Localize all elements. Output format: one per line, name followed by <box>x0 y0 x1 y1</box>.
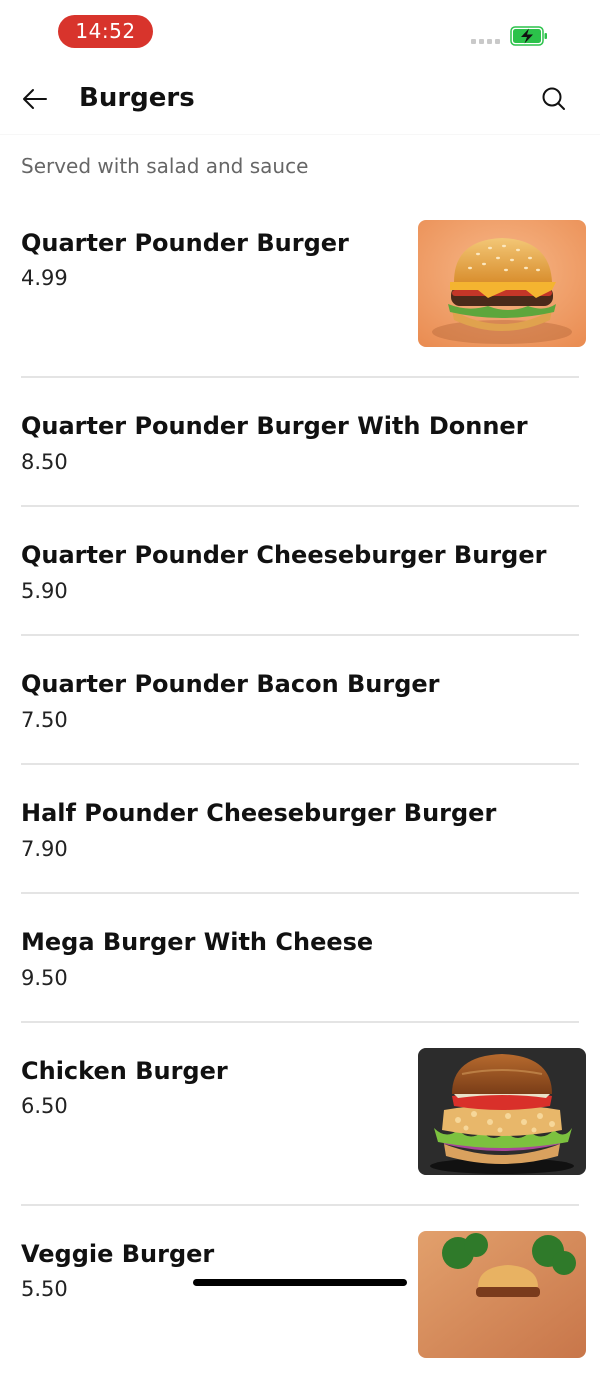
menu-item-name: Quarter Pounder Bacon Burger <box>21 670 440 698</box>
back-arrow-icon[interactable] <box>18 82 52 116</box>
menu-item-name: Veggie Burger <box>21 1240 215 1268</box>
chicken-burger-photo <box>418 1048 586 1175</box>
menu-item-name: Quarter Pounder Burger <box>21 229 349 257</box>
app-header: Burgers <box>0 62 600 134</box>
menu-item-price: 9.50 <box>21 966 68 990</box>
home-indicator <box>193 1279 407 1286</box>
menu-item[interactable]: Quarter Pounder Cheeseburger Burger 5.90 <box>0 507 600 636</box>
menu-item-name: Quarter Pounder Burger With Donner <box>21 412 528 440</box>
menu-item-price: 5.50 <box>21 1277 68 1301</box>
menu-item[interactable]: Chicken Burger 6.50 <box>0 1023 600 1206</box>
status-time: 14:52 <box>58 15 153 48</box>
menu-item-name: Mega Burger With Cheese <box>21 928 374 956</box>
signal-icon <box>471 39 500 44</box>
menu-item-price: 5.90 <box>21 579 68 603</box>
menu-item[interactable]: Mega Burger With Cheese 9.50 <box>0 894 600 1023</box>
status-bar: 14:52 <box>0 0 600 60</box>
menu-item-price: 8.50 <box>21 450 68 474</box>
veggie-burger-photo <box>418 1231 586 1358</box>
menu-item-name: Chicken Burger <box>21 1057 228 1085</box>
menu-item-price: 7.50 <box>21 708 68 732</box>
cheeseburger-photo <box>418 220 586 347</box>
menu-item[interactable]: Half Pounder Cheeseburger Burger 7.90 <box>0 765 600 894</box>
menu-item[interactable]: Quarter Pounder Bacon Burger 7.50 <box>0 636 600 765</box>
page-title: Burgers <box>79 83 195 113</box>
menu-item-price: 4.99 <box>21 266 68 290</box>
menu-item-price: 7.90 <box>21 837 68 861</box>
menu-item-list: Quarter Pounder Burger 4.99 Quarter Poun… <box>0 195 600 1389</box>
menu-item-name: Quarter Pounder Cheeseburger Burger <box>21 541 547 569</box>
battery-charging-icon <box>510 26 547 46</box>
menu-item[interactable]: Quarter Pounder Burger 4.99 <box>0 195 600 378</box>
menu-item[interactable]: Quarter Pounder Burger With Donner 8.50 <box>0 378 600 507</box>
menu-item-price: 6.50 <box>21 1094 68 1118</box>
search-icon[interactable] <box>537 82 571 116</box>
menu-item-name: Half Pounder Cheeseburger Burger <box>21 799 497 827</box>
category-description: Served with salad and sauce <box>21 154 309 178</box>
